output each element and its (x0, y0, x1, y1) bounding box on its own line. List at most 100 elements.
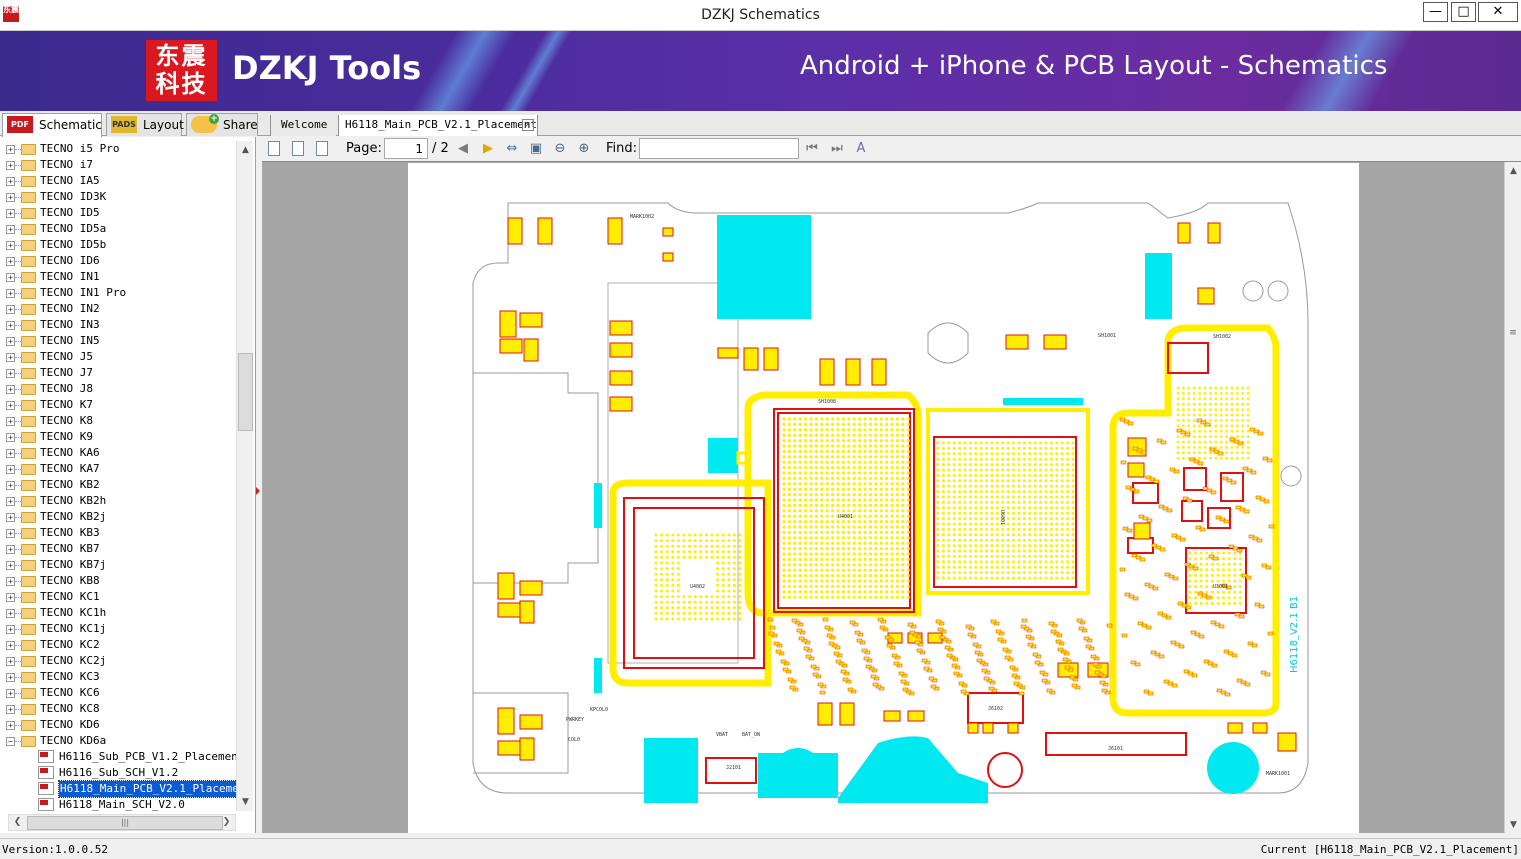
tab-schematic[interactable]: PDF Schematic (2, 113, 102, 137)
tree-folder-item[interactable]: + TECNO KC1h (0, 605, 236, 621)
tree-folder-item[interactable]: + TECNO K8 (0, 413, 236, 429)
expand-icon[interactable]: + (6, 337, 15, 346)
expand-icon[interactable]: + (6, 609, 15, 618)
tree-folder-item[interactable]: + TECNO IA5 (0, 173, 236, 189)
collapse-icon[interactable]: − (6, 737, 15, 746)
tree-folder-item[interactable]: + TECNO IN5 (0, 333, 236, 349)
expand-icon[interactable]: + (6, 625, 15, 634)
doc-tab-active[interactable]: H6118_Main_PCB_V2.1_Placement ✕ (338, 115, 538, 136)
expand-icon[interactable]: + (6, 513, 15, 522)
tree-file-item[interactable]: H6118_Main_SCH_V2.0 (0, 797, 236, 811)
expand-icon[interactable]: + (6, 465, 15, 474)
expand-icon[interactable]: + (6, 673, 15, 682)
tree-folder-item-expanded[interactable]: − TECNO KD6a (0, 733, 236, 749)
expand-icon[interactable]: + (6, 321, 15, 330)
scroll-left-icon[interactable]: ❮ (9, 815, 26, 830)
tree-folder-item[interactable]: + TECNO KC1j (0, 621, 236, 637)
tree-file-item[interactable]: H6116_Sub_SCH_V1.2 (0, 765, 236, 781)
tree-folder-item[interactable]: + TECNO KB3 (0, 525, 236, 541)
tree-folder-item[interactable]: + TECNO KA6 (0, 445, 236, 461)
tree-folder-item[interactable]: + TECNO KC6 (0, 685, 236, 701)
scroll-right-icon[interactable]: ❯ (218, 815, 235, 830)
tree-folder-item[interactable]: + TECNO IN3 (0, 317, 236, 333)
tree-folder-item[interactable]: + TECNO KB7 (0, 541, 236, 557)
tree-folder-item[interactable]: + TECNO KB2j (0, 509, 236, 525)
expand-icon[interactable]: + (6, 561, 15, 570)
expand-icon[interactable]: + (6, 385, 15, 394)
tree-folder-item[interactable]: + TECNO J7 (0, 365, 236, 381)
tree-folder-item[interactable]: + TECNO KB2 (0, 477, 236, 493)
tree-folder-item[interactable]: + TECNO ID5b (0, 237, 236, 253)
fit-width-icon[interactable]: ⇔ (503, 140, 521, 158)
highlight-text-icon[interactable]: A (852, 140, 870, 158)
scroll-up-icon[interactable]: ▲ (237, 142, 254, 158)
expand-icon[interactable]: + (6, 449, 15, 458)
open-document-icon[interactable] (268, 141, 280, 156)
tree-vertical-scrollbar[interactable]: ▲ ▼ (236, 141, 253, 811)
tree-folder-item[interactable]: + TECNO K7 (0, 397, 236, 413)
expand-icon[interactable]: + (6, 529, 15, 538)
tree-folder-item[interactable]: + TECNO KC8 (0, 701, 236, 717)
tree-folder-item[interactable]: + TECNO KD6 (0, 717, 236, 733)
minimize-button[interactable]: — (1423, 2, 1448, 22)
expand-icon[interactable]: + (6, 401, 15, 410)
expand-icon[interactable]: + (6, 481, 15, 490)
tree-folder-item[interactable]: + TECNO ID6 (0, 253, 236, 269)
tree-folder-item[interactable]: + TECNO KB2h (0, 493, 236, 509)
expand-icon[interactable]: + (6, 369, 15, 378)
file-tree[interactable]: + TECNO i5 Pro + TECNO i7 + TECNO IA5 + TECNO I… (0, 141, 236, 811)
expand-icon[interactable]: + (6, 289, 15, 298)
tab-layout[interactable]: PADS Layout (106, 113, 184, 136)
doc-tab-welcome[interactable]: Welcome (270, 115, 336, 136)
previous-page-icon[interactable]: ◀ (454, 140, 472, 158)
scrollbar-thumb[interactable] (238, 353, 253, 431)
expand-icon[interactable]: + (6, 641, 15, 650)
tree-folder-item[interactable]: + TECNO i5 Pro (0, 141, 236, 157)
scroll-down-icon[interactable]: ▼ (237, 794, 254, 810)
tree-folder-item[interactable]: + TECNO i7 (0, 157, 236, 173)
expand-icon[interactable]: + (6, 721, 15, 730)
tree-folder-item[interactable]: + TECNO J5 (0, 349, 236, 365)
expand-icon[interactable]: + (6, 689, 15, 698)
tree-folder-item[interactable]: + TECNO IN1 Pro (0, 285, 236, 301)
expand-icon[interactable]: + (6, 193, 15, 202)
expand-icon[interactable]: + (6, 305, 15, 314)
print-document-icon[interactable] (316, 141, 328, 156)
pdf-page[interactable]: U4001 U4002 U6001 U3001 J6101 J6102 J210… (408, 163, 1359, 833)
expand-icon[interactable]: + (6, 657, 15, 666)
viewer-vertical-scrollbar[interactable]: ▲ ≡ ▼ (1504, 162, 1521, 833)
zoom-in-icon[interactable]: ⊕ (575, 140, 593, 158)
tree-folder-item[interactable]: + TECNO KC3 (0, 669, 236, 685)
expand-icon[interactable]: + (6, 209, 15, 218)
maximize-button[interactable]: □ (1451, 2, 1476, 22)
expand-icon[interactable]: + (6, 545, 15, 554)
expand-icon[interactable]: + (6, 577, 15, 586)
tree-horizontal-scrollbar[interactable]: ❮ ||| ❯ (8, 814, 236, 831)
tree-folder-item[interactable]: + TECNO KA7 (0, 461, 236, 477)
pdf-viewer[interactable]: U4001 U4002 U6001 U3001 J6101 J6102 J210… (262, 161, 1521, 833)
expand-icon[interactable]: + (6, 257, 15, 266)
tree-folder-item[interactable]: + TECNO KC1 (0, 589, 236, 605)
tree-folder-item[interactable]: + TECNO ID5a (0, 221, 236, 237)
scrollbar-thumb[interactable]: ≡ (1508, 329, 1518, 338)
scroll-down-icon[interactable]: ▼ (1505, 817, 1521, 833)
next-page-icon[interactable]: ▶ (479, 140, 497, 158)
fit-page-icon[interactable]: ▣ (527, 140, 545, 158)
expand-icon[interactable]: + (6, 417, 15, 426)
tree-folder-item[interactable]: + TECNO ID3K (0, 189, 236, 205)
tree-folder-item[interactable]: + TECNO KB7j (0, 557, 236, 573)
tree-folder-item[interactable]: + TECNO KB8 (0, 573, 236, 589)
expand-icon[interactable]: + (6, 705, 15, 714)
tree-folder-item[interactable]: + TECNO IN2 (0, 301, 236, 317)
expand-icon[interactable]: + (6, 593, 15, 602)
save-document-icon[interactable] (292, 141, 304, 156)
page-number-input[interactable] (384, 138, 428, 159)
expand-icon[interactable]: + (6, 145, 15, 154)
expand-icon[interactable]: + (6, 177, 15, 186)
tree-file-item[interactable]: H6116_Sub_PCB_V1.2_Placement (0, 749, 236, 765)
tree-folder-item[interactable]: + TECNO IN1 (0, 269, 236, 285)
find-input[interactable] (639, 138, 799, 159)
expand-icon[interactable]: + (6, 225, 15, 234)
tree-folder-item[interactable]: + TECNO KC2j (0, 653, 236, 669)
close-tab-icon[interactable]: ✕ (522, 119, 534, 131)
